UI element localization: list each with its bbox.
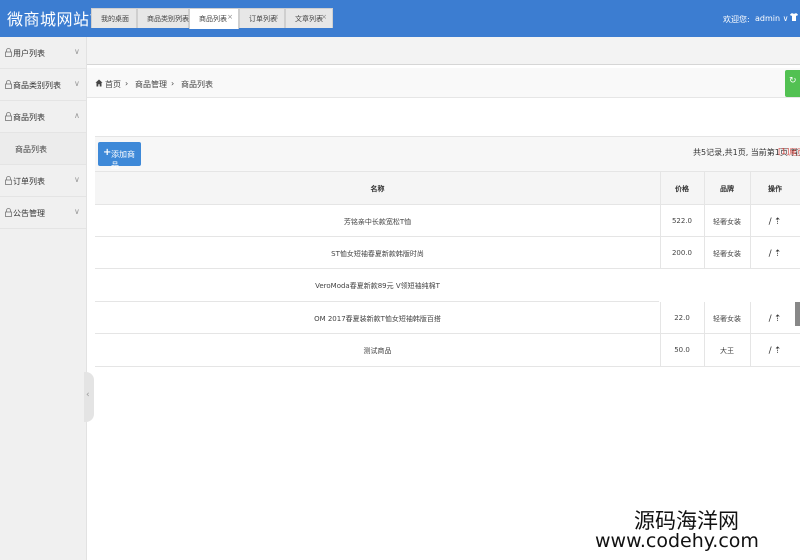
tab-order-list[interactable]: 订单列表 × [239,8,285,28]
sidebar-item-announcements[interactable]: 公告管理 ∨ [0,197,86,229]
sidebar-item-label: 公告管理 [13,209,45,218]
lock-icon [5,112,12,121]
close-icon[interactable]: × [273,13,279,21]
cell-price: 522.0 [671,217,693,225]
chevron-down-icon: ∨ [74,175,80,184]
table-row: 测试商品 50.0 大王 / ⇡ [95,334,800,367]
sidebar-item-label: 用户列表 [13,49,45,58]
breadcrumb-current: 商品列表 [181,80,213,89]
breadcrumb-product-management[interactable]: 商品管理 [135,79,167,90]
welcome-text: 欢迎您: [723,15,750,24]
tab-desktop[interactable]: 我的桌面 [91,8,137,28]
cell-name: VeroModa春夏新款89元 V领短袖纯棉T [315,282,440,290]
sidebar-item-products[interactable]: 商品列表 ∧ [0,101,86,133]
cell-name: 芳铭亲中长款宽松T恤 [343,218,412,226]
sidebar-subitem-label: 商品列表 [15,145,47,154]
lock-icon [5,48,12,57]
column-header-brand: 品牌 [720,185,734,193]
chevron-down-icon: ∨ [74,207,80,216]
add-product-button[interactable]: + 添加商品 [98,142,141,170]
tab-article-list[interactable]: 文章列表 × [285,8,333,28]
shirt-icon[interactable] [789,12,799,25]
cell-brand: 轻奢女装 [713,218,741,226]
breadcrumb-separator: › [171,79,175,88]
tab-label: 商品列表 [199,15,227,23]
cell-actions: / ⇡ [750,237,800,268]
cell-actions: / ⇡ [750,334,800,366]
sidebar-item-orders[interactable]: 订单列表 ∨ [0,165,86,197]
close-icon[interactable]: × [227,13,233,21]
column-header-price: 价格 [675,185,689,193]
cell-name: 测试商品 [363,347,392,355]
table-row: ST恤女短袖春夏新款韩版时尚 200.0 轻奢女装 / ⇡ [95,237,800,269]
sidebar-item-label: 订单列表 [13,177,45,186]
sidebar-subitem-product-list[interactable]: 商品列表 [0,133,86,165]
lock-icon [5,208,12,217]
chevron-down-icon: ∨ [74,47,80,56]
cell-brand: 大王 [720,347,734,355]
cell-actions: / ⇡ [750,205,800,236]
cell-brand: 轻奢女装 [713,315,741,323]
sidebar-item-label: 商品类别列表 [13,81,61,90]
delete-icon[interactable]: ⇡ [774,314,782,324]
edit-icon[interactable]: / [769,314,772,324]
chevron-down-icon: ∨ [782,14,789,23]
pager-current-page[interactable]: [1] [778,147,789,156]
overlay-blank-area [659,269,800,302]
sidebar-item-label: 商品列表 [13,113,45,122]
cell-name: OM 2017春夏装新款T恤女短袖韩版百搭 [314,315,441,323]
table-row: 芳铭亲中长款宽松T恤 522.0 轻奢女装 / ⇡ [95,205,800,237]
edit-icon[interactable]: / [769,217,772,227]
breadcrumb-separator: › [125,79,129,88]
cell-name: ST恤女短袖春夏新款韩版时尚 [331,250,424,258]
edit-icon[interactable]: / [769,346,772,356]
tab-label: 我的桌面 [101,15,129,23]
user-menu[interactable]: admin ∨ [755,14,788,23]
lock-icon [5,176,12,185]
close-icon[interactable]: × [177,13,183,21]
chevron-up-icon: ∧ [74,111,80,120]
cell-brand: 轻奢女装 [713,250,741,258]
cell-price: 200.0 [671,249,693,257]
tab-category-list[interactable]: 商品类别列表 × [137,8,189,28]
cell-price: 50.0 [674,346,690,354]
refresh-icon: ↻ [789,76,797,86]
breadcrumb-home[interactable]: 首页 [105,79,121,90]
tab-product-list[interactable]: 商品列表 × [189,8,239,29]
table-header-row: 名称 价格 品牌 操作 [95,172,800,205]
column-header-name: 名称 [370,185,385,193]
tab-label: 文章列表 [295,15,323,23]
add-product-label: 添加商品 [111,150,135,170]
tab-bar [87,37,800,65]
pager-last-link[interactable]: 尾页 [789,147,800,158]
sidebar-item-categories[interactable]: 商品类别列表 ∨ [0,69,86,101]
edit-icon[interactable]: / [769,249,772,259]
delete-icon[interactable]: ⇡ [774,346,782,356]
home-icon [95,79,103,87]
delete-icon[interactable]: ⇡ [774,217,782,227]
breadcrumb: 首页 › 商品管理 › 商品列表 [87,68,800,98]
sidebar-item-users[interactable]: 用户列表 ∨ [0,37,86,69]
username: admin [755,14,781,23]
cell-price: 22.0 [674,314,690,322]
table-row: OM 2017春夏装新款T恤女短袖韩版百搭 22.0 轻奢女装 / ⇡ [95,302,800,334]
sidebar-collapse-handle[interactable]: ‹ [84,372,94,422]
lock-icon [5,80,12,89]
overlay-edge [795,302,800,326]
chevron-left-icon: ‹ [86,390,90,400]
refresh-button[interactable]: ↻ [785,70,800,97]
chevron-down-icon: ∨ [74,79,80,88]
sidebar: 用户列表 ∨ 商品类别列表 ∨ 商品列表 ∧ 商品列表 订单列表 ∨ 公告管理 … [0,37,87,560]
close-icon[interactable]: × [321,13,327,21]
cell-actions: / ⇡ [750,302,800,333]
watermark-url: www.codehy.com [595,530,759,552]
column-header-actions: 操作 [768,185,782,193]
delete-icon[interactable]: ⇡ [774,249,782,259]
